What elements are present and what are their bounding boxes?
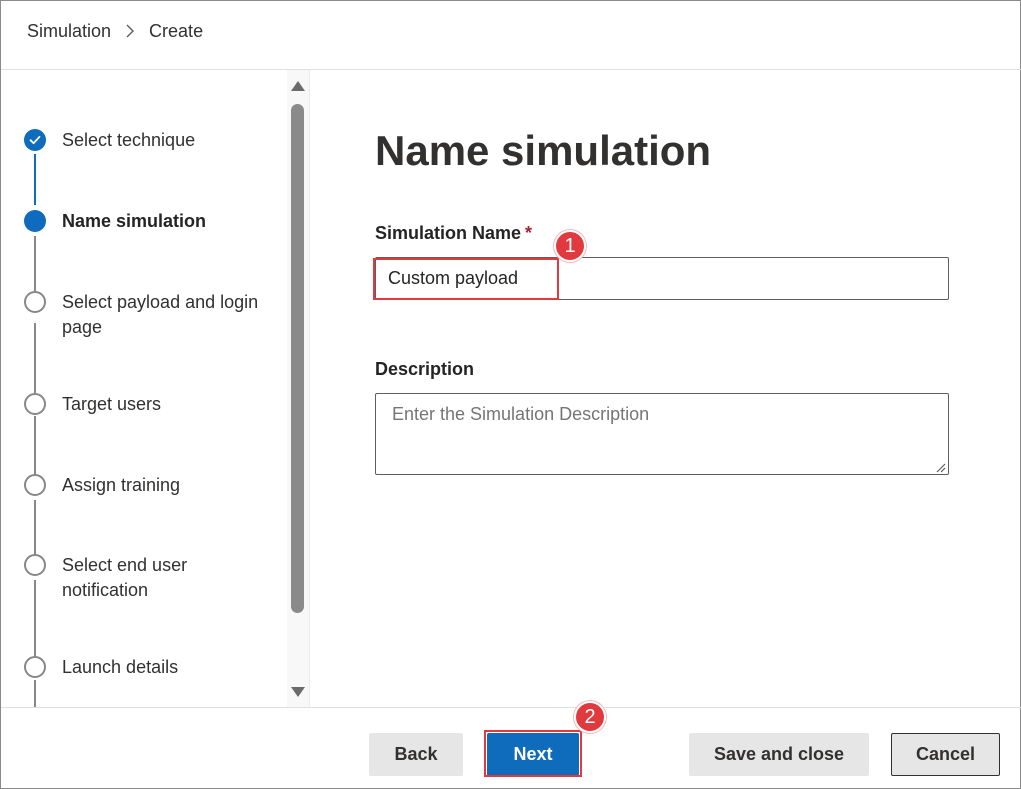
step-connector	[34, 323, 36, 393]
step-select-payload[interactable]: Select payload and login page	[62, 290, 272, 340]
step-pending-icon	[24, 291, 46, 313]
step-assign-training[interactable]: Assign training	[62, 473, 272, 498]
highlight-box-name	[373, 258, 559, 300]
step-pending-icon	[24, 656, 46, 678]
wizard-window: Simulation Create Select technique Name …	[0, 0, 1021, 789]
step-pending-icon	[24, 554, 46, 576]
step-name-simulation[interactable]: Name simulation	[62, 209, 272, 234]
scroll-up-arrow-icon[interactable]	[291, 81, 305, 91]
step-pending-icon	[24, 393, 46, 415]
breadcrumb-create: Create	[149, 20, 204, 41]
step-target-users[interactable]: Target users	[62, 392, 272, 417]
breadcrumb: Simulation Create	[27, 19, 203, 43]
step-current-icon	[24, 210, 46, 232]
step-connector	[34, 580, 36, 657]
footer-divider	[1, 707, 1021, 708]
step-badge-1: 1	[554, 230, 586, 262]
step-badge-2: 2	[574, 701, 606, 733]
wizard-steps: Select technique Name simulation Select …	[1, 70, 287, 707]
save-and-close-button[interactable]: Save and close	[689, 733, 869, 776]
description-label: Description	[375, 359, 475, 379]
cancel-button[interactable]: Cancel	[891, 733, 1000, 776]
highlight-box-next	[484, 730, 582, 777]
breadcrumb-simulation[interactable]: Simulation	[27, 21, 111, 42]
required-marker: *	[525, 223, 533, 243]
simulation-name-label: Simulation Name *	[375, 223, 532, 244]
step-connector	[34, 154, 36, 205]
scroll-down-arrow-icon[interactable]	[291, 687, 305, 697]
step-connector	[34, 236, 36, 292]
panel-divider	[309, 70, 310, 707]
step-complete-icon	[24, 129, 46, 151]
description-textarea[interactable]	[375, 393, 949, 475]
scroll-thumb[interactable]	[291, 104, 304, 613]
step-end-user-notification[interactable]: Select end user notification	[62, 553, 272, 603]
step-select-technique[interactable]: Select technique	[62, 128, 272, 153]
step-connector	[34, 680, 36, 707]
step-connector	[34, 416, 36, 477]
page-title: Name simulation	[375, 127, 712, 174]
step-pending-icon	[24, 474, 46, 496]
simulation-name-label-text: Simulation Name	[375, 223, 522, 243]
step-launch-details[interactable]: Launch details	[62, 655, 272, 680]
chevron-right-icon	[125, 24, 135, 38]
resize-grip-icon[interactable]	[934, 461, 946, 473]
back-button[interactable]: Back	[369, 733, 463, 776]
step-connector	[34, 500, 36, 555]
